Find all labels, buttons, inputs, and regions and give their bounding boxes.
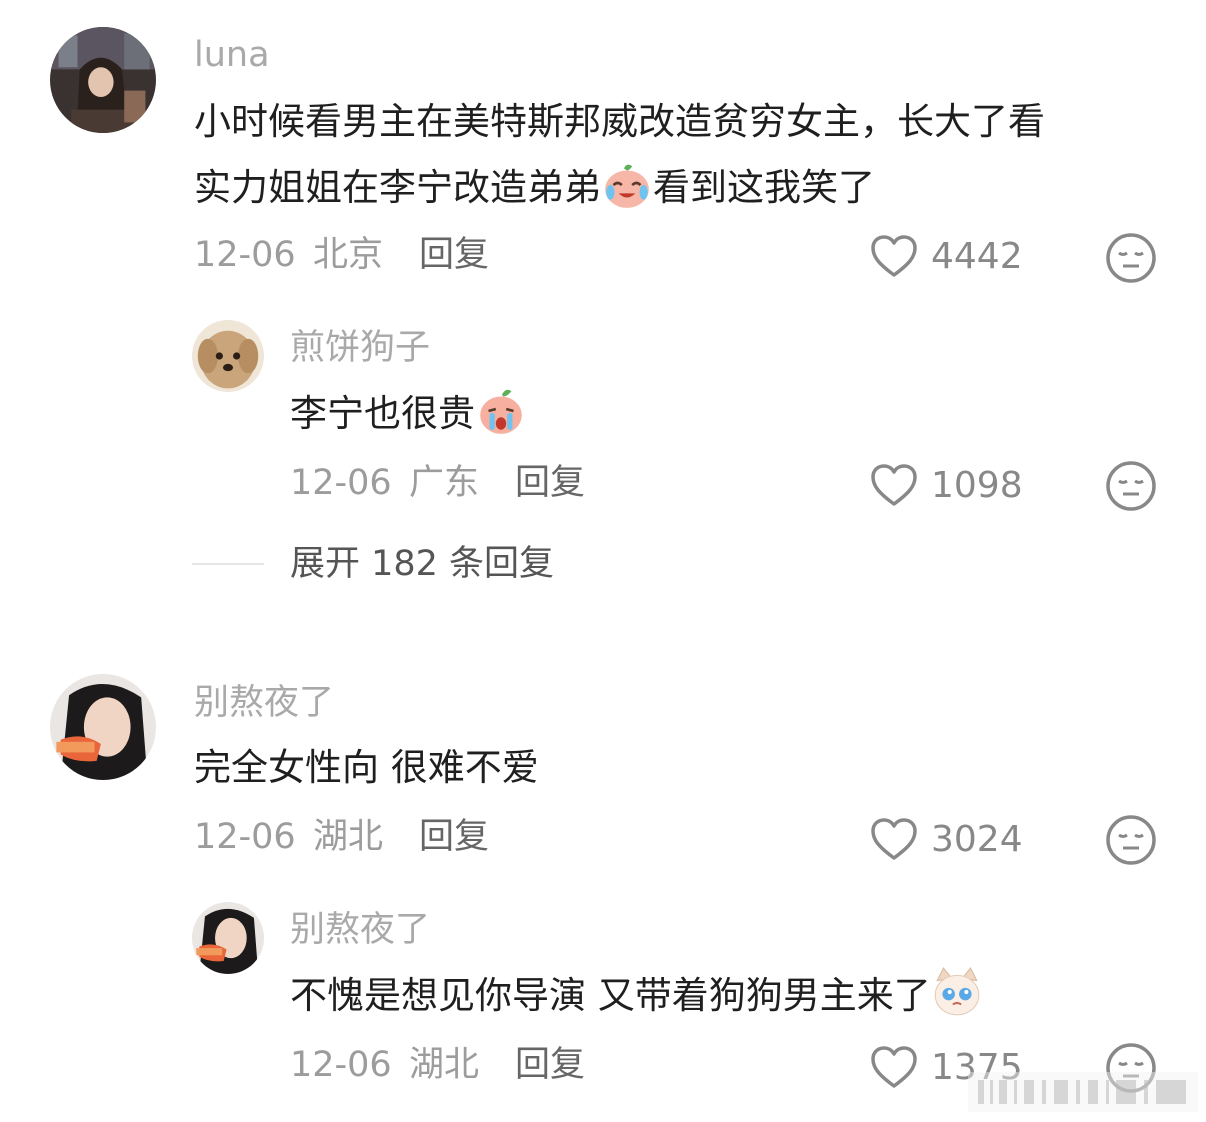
meh-face-icon xyxy=(1106,233,1156,283)
dislike-button[interactable] xyxy=(1105,814,1157,866)
reply-location: 广东 xyxy=(409,463,480,503)
comment-text: 小时候看男主在美特斯邦威改造贫穷女主，长大了看 实力姐姐在李宁改造弟弟 看到这我… xyxy=(194,89,1045,221)
dislike-button[interactable] xyxy=(1105,460,1157,512)
reply-text-line: 不愧是想见你导演 又带着狗狗男主来了 xyxy=(290,974,931,1017)
reply-username[interactable]: 别熬夜了 xyxy=(290,913,430,948)
like-count: 1098 xyxy=(931,464,1023,506)
comment-text: 完全女性向 很难不爱 xyxy=(194,735,539,801)
reply-text: 不愧是想见你导演 又带着狗狗男主来了 xyxy=(290,963,983,1029)
heart-outline-icon xyxy=(871,464,917,506)
expand-divider xyxy=(192,563,264,565)
comment-username[interactable]: luna xyxy=(194,38,270,73)
heart-outline-icon xyxy=(871,235,917,277)
avatar[interactable] xyxy=(50,27,156,133)
comment-text-line: 看到这我笑了 xyxy=(653,166,875,209)
reply-text: 李宁也很贵 xyxy=(290,381,527,447)
like-count: 3024 xyxy=(931,818,1023,860)
avatar[interactable] xyxy=(192,320,264,392)
reply-button[interactable]: 回复 xyxy=(419,238,489,273)
reply-location: 湖北 xyxy=(409,1045,480,1085)
comment-text-line: 小时候看男主在美特斯邦威改造贫穷女主，长大了看 xyxy=(194,100,1045,143)
comment-date: 12-06 xyxy=(194,235,296,275)
comment-text-line: 完全女性向 很难不爱 xyxy=(194,746,539,789)
reply-date: 12-06 xyxy=(290,463,392,503)
avatar[interactable] xyxy=(192,902,264,974)
comment-text-line: 实力姐姐在李宁改造弟弟 xyxy=(194,166,601,209)
like-button[interactable]: 1098 xyxy=(869,462,1023,508)
like-button[interactable]: 3024 xyxy=(869,816,1023,862)
reply-button[interactable]: 回复 xyxy=(419,820,489,855)
reply-date: 12-06 xyxy=(290,1045,392,1085)
reply-text-line: 李宁也很贵 xyxy=(290,392,475,435)
like-count: 4442 xyxy=(931,235,1023,277)
meh-face-icon xyxy=(1106,815,1156,865)
reply-button[interactable]: 回复 xyxy=(515,466,585,501)
reply-button[interactable]: 回复 xyxy=(515,1048,585,1083)
heart-outline-icon xyxy=(871,1046,917,1088)
dislike-button[interactable] xyxy=(1105,232,1157,284)
reply-username[interactable]: 煎饼狗子 xyxy=(290,331,430,366)
like-button[interactable]: 4442 xyxy=(869,233,1023,279)
crying-laughing-peach-emoji xyxy=(601,158,653,210)
comment-location: 北京 xyxy=(313,235,384,275)
watermark xyxy=(968,1072,1198,1112)
comment-date: 12-06 xyxy=(194,817,296,857)
comment-location: 湖北 xyxy=(313,817,384,857)
comment-username[interactable]: 别熬夜了 xyxy=(194,686,334,721)
avatar[interactable] xyxy=(50,674,156,780)
expand-replies-button[interactable]: 展开 182 条回复 xyxy=(290,547,554,582)
crying-peach-emoji xyxy=(475,384,527,436)
teary-cat-emoji xyxy=(931,966,983,1018)
meh-face-icon xyxy=(1106,461,1156,511)
heart-outline-icon xyxy=(871,818,917,860)
